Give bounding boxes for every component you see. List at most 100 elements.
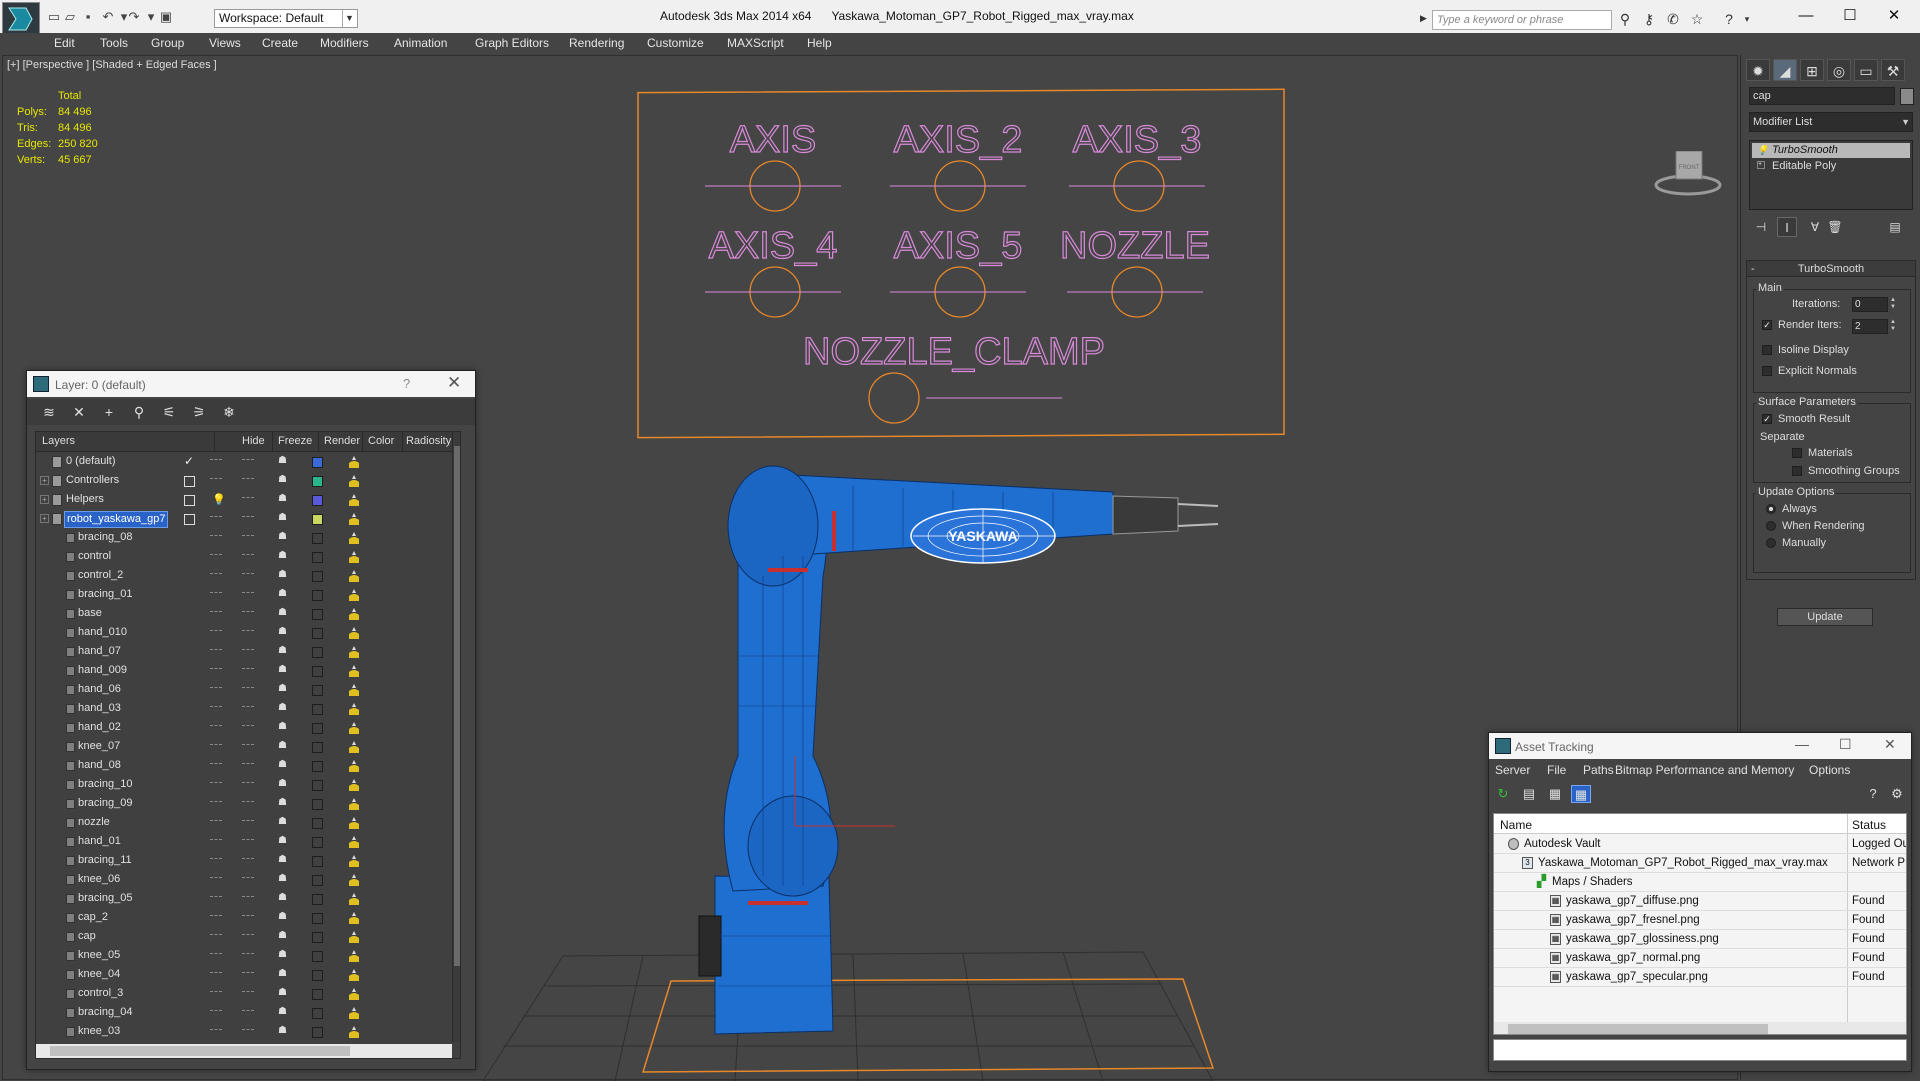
menu-help[interactable]: Help (807, 36, 832, 50)
freeze-all-icon[interactable]: ❄ (219, 403, 239, 421)
object-name[interactable]: bracing_11 (76, 853, 134, 870)
hide-toggle[interactable] (210, 630, 222, 634)
freeze-toggle[interactable] (242, 725, 254, 729)
object-row[interactable]: bracing_08 ☗ (36, 529, 452, 548)
freeze-toggle[interactable] (242, 820, 254, 824)
radiosity-icon[interactable] (346, 549, 362, 566)
menu-file[interactable]: File (1547, 763, 1566, 777)
layer-color-swatch[interactable] (312, 590, 323, 601)
asset-row[interactable]: ▦ yaskawa_gp7_normal.png Found (1494, 949, 1906, 968)
col-name[interactable]: Name (1500, 818, 1532, 832)
radiosity-icon[interactable] (346, 473, 362, 490)
layer-color-swatch[interactable] (312, 457, 323, 468)
object-row[interactable]: cap_2 ☗ (36, 909, 452, 928)
make-unique-icon[interactable]: ∀ (1805, 217, 1825, 237)
object-row[interactable]: control_3 ☗ (36, 985, 452, 1004)
freeze-toggle[interactable] (242, 1029, 254, 1033)
menu-options[interactable]: Options (1809, 763, 1850, 777)
binoculars-icon[interactable]: ⚲ (1616, 11, 1634, 27)
freeze-toggle[interactable] (242, 592, 254, 596)
object-name[interactable]: control_3 (76, 986, 125, 1003)
object-row[interactable]: hand_08 ☗ (36, 757, 452, 776)
render-iters-spinner[interactable]: 2 (1852, 319, 1888, 334)
set-current-layer-box[interactable] (184, 476, 195, 487)
object-name-field[interactable]: cap (1749, 87, 1895, 105)
refresh-icon[interactable]: ↻ (1493, 785, 1513, 803)
hide-toggle[interactable] (210, 459, 222, 463)
object-row[interactable]: knee_07 ☗ (36, 738, 452, 757)
control-label[interactable]: AXIS (729, 118, 817, 161)
hide-toggle[interactable] (210, 611, 222, 615)
layer-color-swatch[interactable] (312, 932, 323, 943)
table-view-icon[interactable]: ▦ (1571, 785, 1591, 803)
radiosity-icon[interactable] (346, 682, 362, 699)
layer-color-swatch[interactable] (312, 970, 323, 981)
open-file-icon[interactable]: ▱ (62, 9, 78, 25)
layer-color-swatch[interactable] (312, 951, 323, 962)
freeze-toggle[interactable] (242, 991, 254, 995)
render-teapot-icon[interactable]: ☗ (278, 665, 289, 675)
object-name[interactable]: hand_07 (76, 644, 123, 661)
layer-color-swatch[interactable] (312, 913, 323, 924)
utilities-tab-icon[interactable]: ⚒ (1881, 59, 1905, 81)
layer-color-swatch[interactable] (312, 742, 323, 753)
hide-toggle[interactable] (210, 535, 222, 539)
render-teapot-icon[interactable]: ☗ (278, 931, 289, 941)
radiosity-icon[interactable] (346, 967, 362, 984)
object-name[interactable]: bracing_05 (76, 891, 134, 908)
object-name[interactable]: hand_01 (76, 834, 123, 851)
lightbulb-icon[interactable]: 💡 (1757, 145, 1768, 155)
object-row[interactable]: hand_01 ☗ (36, 833, 452, 852)
radiosity-icon[interactable] (346, 511, 362, 528)
display-tab-icon[interactable]: ▭ (1854, 59, 1878, 81)
hide-toggle[interactable] (210, 592, 222, 596)
layer-dialog-titlebar[interactable]: Layer: 0 (default) ? ✕ (27, 371, 475, 397)
object-name[interactable]: hand_02 (76, 720, 123, 737)
render-teapot-icon[interactable]: ☗ (278, 684, 289, 694)
object-name[interactable]: nozzle (76, 815, 112, 832)
render-teapot-icon[interactable]: ☗ (278, 475, 289, 485)
control-label[interactable]: AXIS_3 (1072, 118, 1202, 161)
close-icon[interactable]: ✕ (1884, 6, 1904, 26)
object-name[interactable]: knee_07 (76, 739, 122, 756)
render-teapot-icon[interactable]: ☗ (278, 1007, 289, 1017)
layer-color-swatch[interactable] (312, 1008, 323, 1019)
render-teapot-icon[interactable]: ☗ (278, 874, 289, 884)
rollout-header[interactable]: - TurboSmooth (1747, 261, 1915, 277)
scrollbar-thumb[interactable] (50, 1046, 350, 1056)
asset-row[interactable]: ▞ Maps / Shaders (1494, 873, 1906, 892)
radiosity-icon[interactable] (346, 1024, 362, 1041)
hide-toggle[interactable] (210, 516, 222, 520)
motion-tab-icon[interactable]: ◎ (1827, 59, 1851, 81)
layer-color-swatch[interactable] (312, 552, 323, 563)
object-row[interactable]: hand_06 ☗ (36, 681, 452, 700)
render-teapot-icon[interactable]: ☗ (278, 760, 289, 770)
freeze-toggle[interactable] (242, 934, 254, 938)
asset-dialog-titlebar[interactable]: Asset Tracking — ☐ ✕ (1489, 733, 1911, 759)
radiosity-icon[interactable] (346, 929, 362, 946)
layer-color-swatch[interactable] (312, 609, 323, 620)
radiosity-icon[interactable] (346, 587, 362, 604)
object-row[interactable]: bracing_03☗ (36, 1042, 452, 1043)
radiosity-icon[interactable] (346, 834, 362, 851)
freeze-toggle[interactable] (242, 459, 254, 463)
help-dropdown-icon[interactable]: ▾ (1738, 11, 1756, 27)
object-name[interactable]: knee_03 (76, 1024, 122, 1041)
update-manually-radio[interactable] (1766, 538, 1776, 548)
render-teapot-icon[interactable]: ☗ (278, 779, 289, 789)
freeze-toggle[interactable] (242, 839, 254, 843)
freeze-toggle[interactable] (242, 630, 254, 634)
control-label[interactable]: AXIS_4 (708, 224, 838, 267)
layer-name[interactable]: Helpers (64, 492, 106, 509)
set-current-layer-box[interactable] (184, 495, 195, 506)
freeze-toggle[interactable] (242, 858, 254, 862)
freeze-toggle[interactable] (242, 915, 254, 919)
select-objects-icon[interactable]: ⚲ (129, 403, 149, 421)
render-teapot-icon[interactable]: ☗ (278, 893, 289, 903)
render-teapot-icon[interactable]: ☗ (278, 1026, 289, 1036)
layer-color-swatch[interactable] (312, 628, 323, 639)
maximize-icon[interactable]: ☐ (1840, 6, 1860, 26)
minimize-icon[interactable]: — (1796, 6, 1816, 26)
close-icon[interactable]: ✕ (447, 373, 461, 393)
freeze-toggle[interactable] (242, 649, 254, 653)
